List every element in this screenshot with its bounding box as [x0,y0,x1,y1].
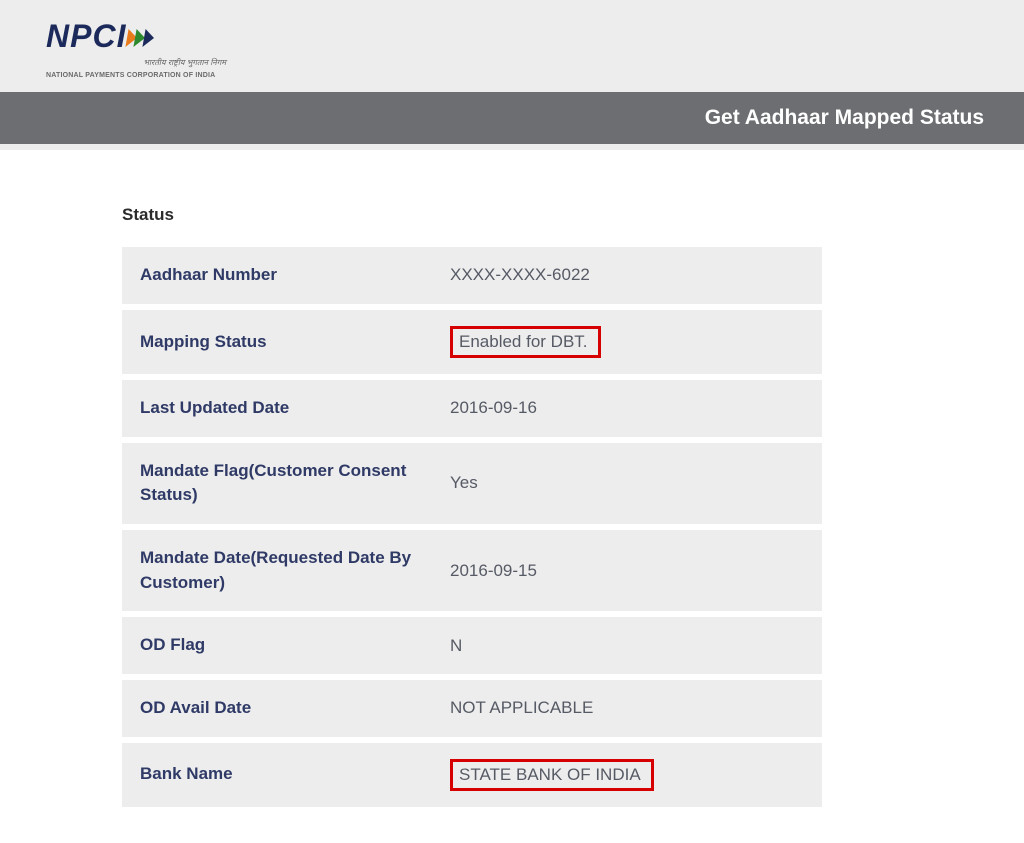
table-row: OD Avail DateNOT APPLICABLE [122,680,822,743]
row-label: OD Avail Date [122,680,432,743]
row-label: Mandate Flag(Customer Consent Status) [122,443,432,530]
page-header-bar: Get Aadhaar Mapped Status [0,92,1024,144]
row-value: Yes [432,443,822,530]
table-row: Bank Name STATE BANK OF INDIA [122,743,822,813]
row-value: N [432,617,822,680]
row-value: 2016-09-15 [432,530,822,617]
highlighted-value: Enabled for DBT. [450,326,601,358]
table-row: Mandate Flag(Customer Consent Status)Yes [122,443,822,530]
page-root: NPCI भारतीय राष्ट्रीय भुगतान निगम NATION… [0,0,1024,843]
row-label: Mandate Date(Requested Date By Customer) [122,530,432,617]
row-label: Aadhaar Number [122,247,432,310]
logo-area: NPCI भारतीय राष्ट्रीय भुगतान निगम NATION… [0,0,1024,92]
row-label: Bank Name [122,743,432,813]
section-title: Status [122,205,964,225]
logo-text: NPCI [46,18,126,55]
status-table: Aadhaar NumberXXXX-XXXX-6022Mapping Stat… [122,247,822,813]
row-value: STATE BANK OF INDIA [432,743,822,813]
table-row: Mandate Date(Requested Date By Customer)… [122,530,822,617]
row-value: 2016-09-16 [432,380,822,443]
table-row: Last Updated Date2016-09-16 [122,380,822,443]
content-card: Status Aadhaar NumberXXXX-XXXX-6022Mappi… [0,150,1024,843]
row-label: Mapping Status [122,310,432,380]
row-value: XXXX-XXXX-6022 [432,247,822,310]
table-row: Mapping Status Enabled for DBT. [122,310,822,380]
logo-tagline-english: NATIONAL PAYMENTS CORPORATION OF INDIA [46,72,246,79]
row-value: NOT APPLICABLE [432,680,822,743]
logo-tagline-hindi: भारतीय राष्ट्रीय भुगतान निगम [46,57,246,68]
logo-chevrons-icon [127,29,148,52]
row-label: Last Updated Date [122,380,432,443]
table-row: Aadhaar NumberXXXX-XXXX-6022 [122,247,822,310]
row-label: OD Flag [122,617,432,680]
highlighted-value: STATE BANK OF INDIA [450,759,654,791]
row-value: Enabled for DBT. [432,310,822,380]
table-row: OD FlagN [122,617,822,680]
page-title: Get Aadhaar Mapped Status [705,106,984,129]
